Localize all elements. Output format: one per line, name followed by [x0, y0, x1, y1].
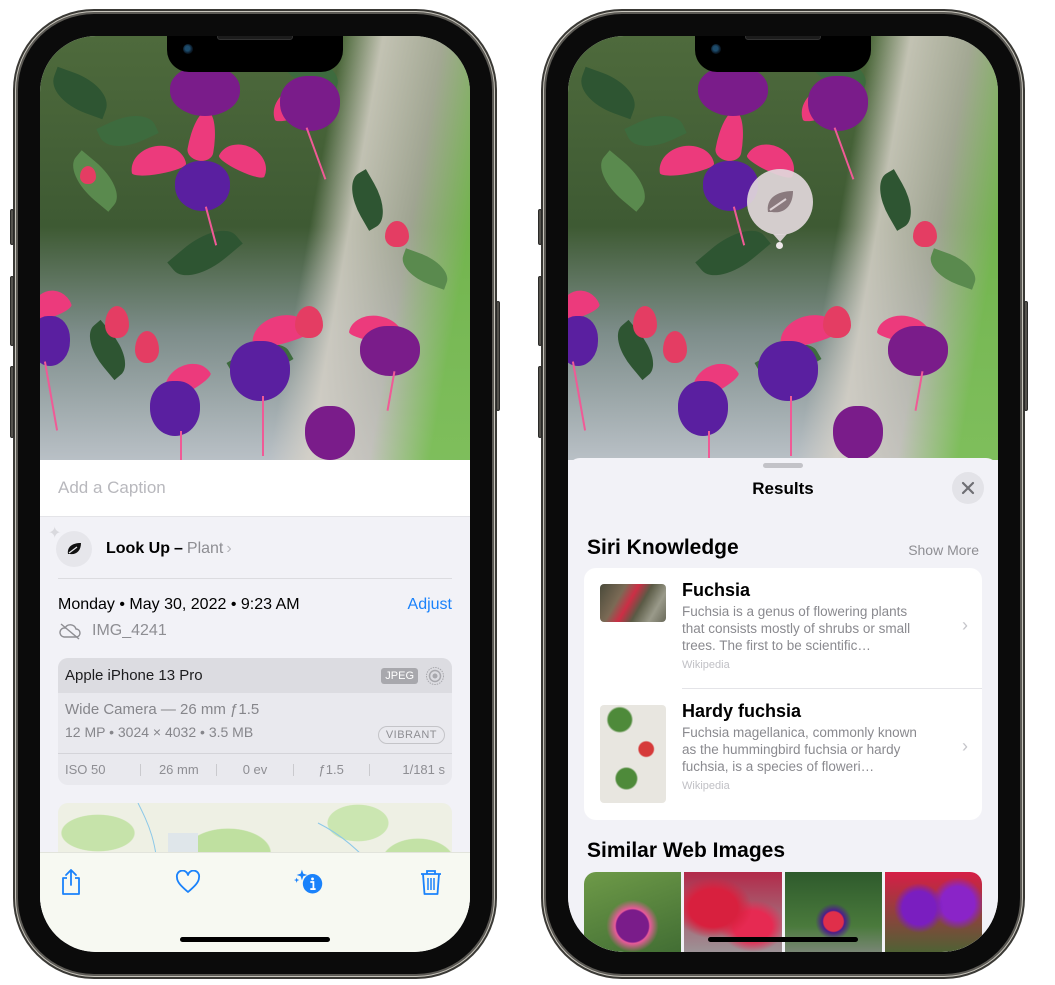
heart-icon	[176, 870, 200, 893]
fuchsia-photo[interactable]	[568, 36, 998, 460]
live-photo-icon	[426, 666, 444, 685]
look-up-kind: Plant	[186, 540, 224, 557]
results-sheet: Results Siri Knowledge Show More Fuchsia…	[568, 458, 998, 952]
exif-card: Apple iPhone 13 Pro JPEG Wide Camera — 2…	[58, 658, 452, 785]
volume-down-button	[10, 366, 14, 438]
exif-focal-length: 26 mm	[158, 762, 199, 777]
filename-text: IMG_4241	[92, 622, 167, 639]
knowledge-item-source: Wikipedia	[682, 780, 730, 792]
exif-values-row: ISO 50 26 mm 0 ev ƒ1.5 1/181 s	[58, 754, 452, 785]
lens-info: Wide Camera — 26 mm ƒ1.5	[65, 701, 260, 718]
info-sparkle-icon	[294, 869, 323, 894]
phone-frame-left: Add a Caption ✦ Look Up – Plant › Monday…	[10, 14, 500, 974]
home-indicator[interactable]	[180, 937, 330, 942]
web-image-1[interactable]	[584, 872, 682, 952]
close-button[interactable]	[952, 472, 984, 504]
info-button[interactable]	[294, 867, 324, 897]
knowledge-item-description: Fuchsia magellanica, commonly known as t…	[682, 725, 917, 774]
volume-up-button	[10, 276, 14, 346]
photo-filename-row: IMG_4241	[58, 622, 167, 640]
sheet-grabber[interactable]	[763, 463, 803, 468]
trash-icon	[421, 870, 441, 895]
siri-knowledge-title: Siri Knowledge	[587, 536, 739, 559]
front-camera	[711, 44, 721, 54]
knowledge-item-title: Fuchsia	[682, 580, 751, 600]
power-button	[1024, 301, 1028, 411]
leaf-icon	[67, 543, 81, 555]
exif-iso: ISO 50	[65, 762, 106, 777]
exif-aperture: ƒ1.5	[318, 762, 344, 777]
cloud-slash-icon	[59, 623, 81, 640]
mute-switch	[538, 209, 542, 245]
exif-lens-section: Wide Camera — 26 mm ƒ1.5 12 MP • 3024 × …	[58, 693, 452, 754]
power-button	[496, 301, 500, 411]
hardy-fuchsia-thumbnail	[600, 705, 666, 803]
photo-datetime: Monday • May 30, 2022 • 9:23 AM	[58, 596, 300, 613]
knowledge-item-hardy-fuchsia[interactable]: Hardy fuchsia Fuchsia magellanica, commo…	[584, 689, 982, 809]
close-icon	[961, 481, 975, 495]
bottom-toolbar	[40, 852, 470, 952]
siri-knowledge-card: Fuchsia Fuchsia is a genus of flowering …	[584, 568, 982, 820]
knowledge-item-title: Hardy fuchsia	[682, 701, 802, 721]
share-icon	[62, 869, 80, 895]
volume-down-button	[538, 366, 542, 438]
sparkle-icon: ✦	[48, 525, 62, 542]
look-up-separator: –	[174, 540, 183, 557]
caption-placeholder: Add a Caption	[58, 478, 166, 497]
look-up-results-screen: Results Siri Knowledge Show More Fuchsia…	[568, 36, 998, 952]
notch	[695, 36, 871, 72]
mute-switch	[10, 209, 14, 245]
web-image-4[interactable]	[884, 872, 982, 952]
notch	[167, 36, 343, 72]
leaf-icon	[767, 191, 793, 213]
share-button[interactable]	[56, 867, 86, 897]
exif-shutter: 1/181 s	[402, 762, 446, 777]
show-more-button[interactable]: Show More	[908, 542, 979, 558]
photographic-style-badge: VIBRANT	[377, 726, 445, 744]
home-indicator[interactable]	[708, 937, 858, 942]
look-up-row[interactable]: ✦ Look Up – Plant ›	[48, 525, 446, 567]
chevron-right-icon: ›	[962, 736, 968, 756]
knowledge-item-description: Fuchsia is a genus of flowering plants t…	[682, 604, 911, 653]
phone-frame-right: Results Siri Knowledge Show More Fuchsia…	[538, 14, 1028, 974]
caption-field[interactable]: Add a Caption	[40, 460, 470, 517]
knowledge-item-source: Wikipedia	[682, 659, 730, 671]
fuchsia-thumbnail	[600, 584, 666, 622]
exif-exposure: 0 ev	[242, 762, 268, 777]
divider	[58, 578, 452, 579]
visual-look-up-pin[interactable]	[747, 169, 813, 235]
pin-anchor-dot	[776, 242, 783, 249]
exif-header: Apple iPhone 13 Pro JPEG	[58, 658, 452, 693]
favorite-button[interactable]	[173, 867, 203, 897]
sheet-title: Results	[752, 479, 814, 498]
device-name: Apple iPhone 13 Pro	[65, 667, 203, 684]
look-up-label: Look Up	[106, 540, 170, 557]
chevron-right-icon: ›	[962, 615, 968, 635]
knowledge-item-fuchsia[interactable]: Fuchsia Fuchsia is a genus of flowering …	[584, 568, 982, 688]
photo-info-screen: Add a Caption ✦ Look Up – Plant › Monday…	[40, 36, 470, 952]
fuchsia-photo[interactable]	[40, 36, 470, 460]
chevron-right-icon: ›	[226, 540, 232, 557]
adjust-button[interactable]: Adjust	[408, 596, 452, 614]
front-camera	[183, 44, 193, 54]
delete-button[interactable]	[416, 867, 446, 897]
similar-web-images-title: Similar Web Images	[587, 839, 786, 862]
format-badge: JPEG	[381, 667, 418, 684]
volume-up-button	[538, 276, 542, 346]
